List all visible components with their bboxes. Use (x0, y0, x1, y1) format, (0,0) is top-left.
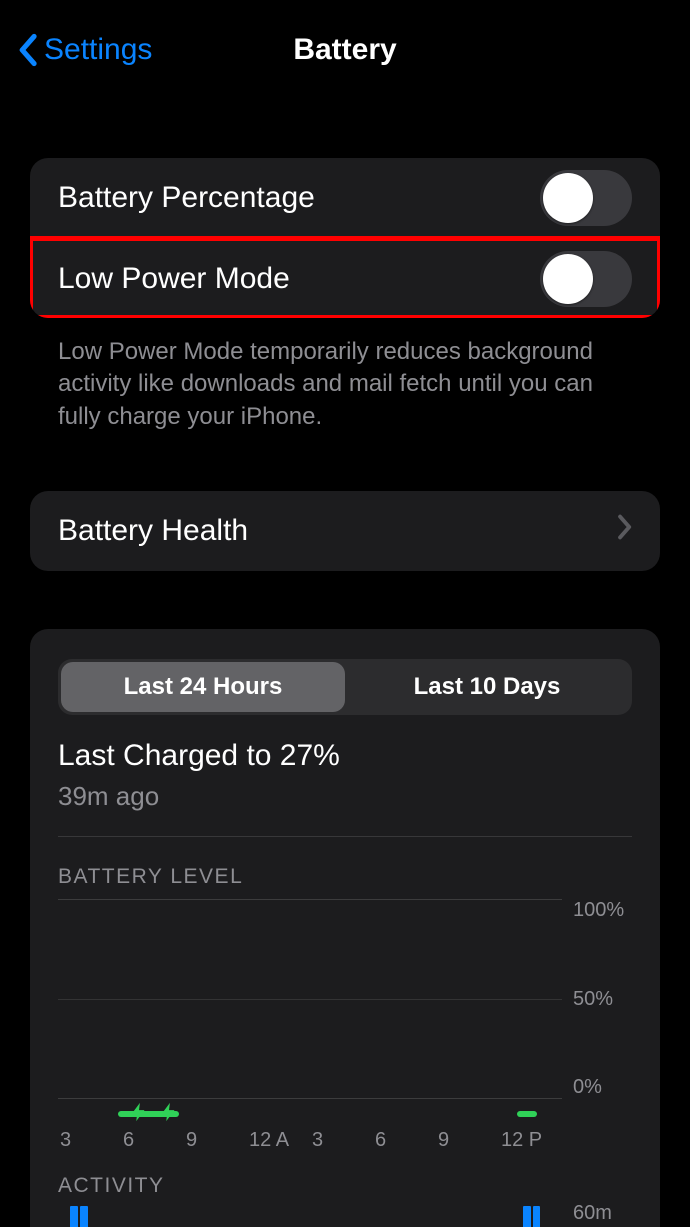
y-tick: 0% (573, 1076, 632, 1099)
battery-usage-card: Last 24 Hours Last 10 Days Last Charged … (30, 629, 660, 1227)
page-title: Battery (293, 33, 396, 67)
activity-bar (523, 1206, 531, 1227)
last-charged-title: Last Charged to 27% (58, 739, 632, 773)
row-battery-percentage[interactable]: Battery Percentage (30, 158, 660, 238)
chevron-right-icon (616, 514, 632, 548)
activity-y-tick: 60m (567, 1202, 632, 1225)
row-label: Low Power Mode (58, 262, 290, 296)
activity-bar (70, 1206, 78, 1227)
section-label-activity: ACTIVITY (58, 1174, 632, 1198)
nav-bar: Settings Battery (0, 0, 690, 100)
x-tick: 9 (436, 1129, 499, 1152)
tab-last-10-days[interactable]: Last 10 Days (345, 662, 629, 712)
activity-bar (80, 1206, 88, 1227)
row-label: Battery Percentage (58, 181, 315, 215)
battery-level-chart: 100% 50% 0% (58, 899, 632, 1099)
x-tick: 12 A (247, 1129, 310, 1152)
segmented-control[interactable]: Last 24 Hours Last 10 Days (58, 659, 632, 715)
x-tick: 6 (373, 1129, 436, 1152)
y-tick: 50% (573, 988, 632, 1011)
charging-segment (517, 1111, 537, 1117)
bolt-icon (128, 1101, 150, 1123)
section-label-battery-level: BATTERY LEVEL (58, 865, 632, 889)
low-power-description: Low Power Mode temporarily reduces backg… (30, 318, 660, 433)
x-tick: 3 (310, 1129, 373, 1152)
row-label: Battery Health (58, 514, 248, 548)
x-tick: 12 P (499, 1129, 562, 1152)
charging-indicator-track (58, 1105, 562, 1123)
row-battery-health[interactable]: Battery Health (30, 491, 660, 571)
x-tick: 6 (121, 1129, 184, 1152)
settings-group-health: Battery Health (30, 491, 660, 571)
back-label: Settings (44, 33, 152, 67)
tab-last-24-hours[interactable]: Last 24 Hours (61, 662, 345, 712)
row-low-power-mode[interactable]: Low Power Mode (30, 238, 660, 318)
last-charged-time: 39m ago (58, 781, 632, 812)
toggle-low-power-mode[interactable] (540, 251, 632, 307)
x-tick: 3 (58, 1129, 121, 1152)
activity-chart: 60m (58, 1206, 562, 1227)
chevron-left-icon (18, 33, 40, 67)
x-axis-labels: 36912 A36912 P (58, 1129, 562, 1152)
toggle-battery-percentage[interactable] (540, 170, 632, 226)
back-button[interactable]: Settings (18, 33, 152, 67)
activity-bar (533, 1206, 541, 1227)
y-tick: 100% (573, 899, 632, 922)
settings-group-power: Battery Percentage Low Power Mode (30, 158, 660, 318)
x-tick: 9 (184, 1129, 247, 1152)
bolt-icon (158, 1101, 180, 1123)
